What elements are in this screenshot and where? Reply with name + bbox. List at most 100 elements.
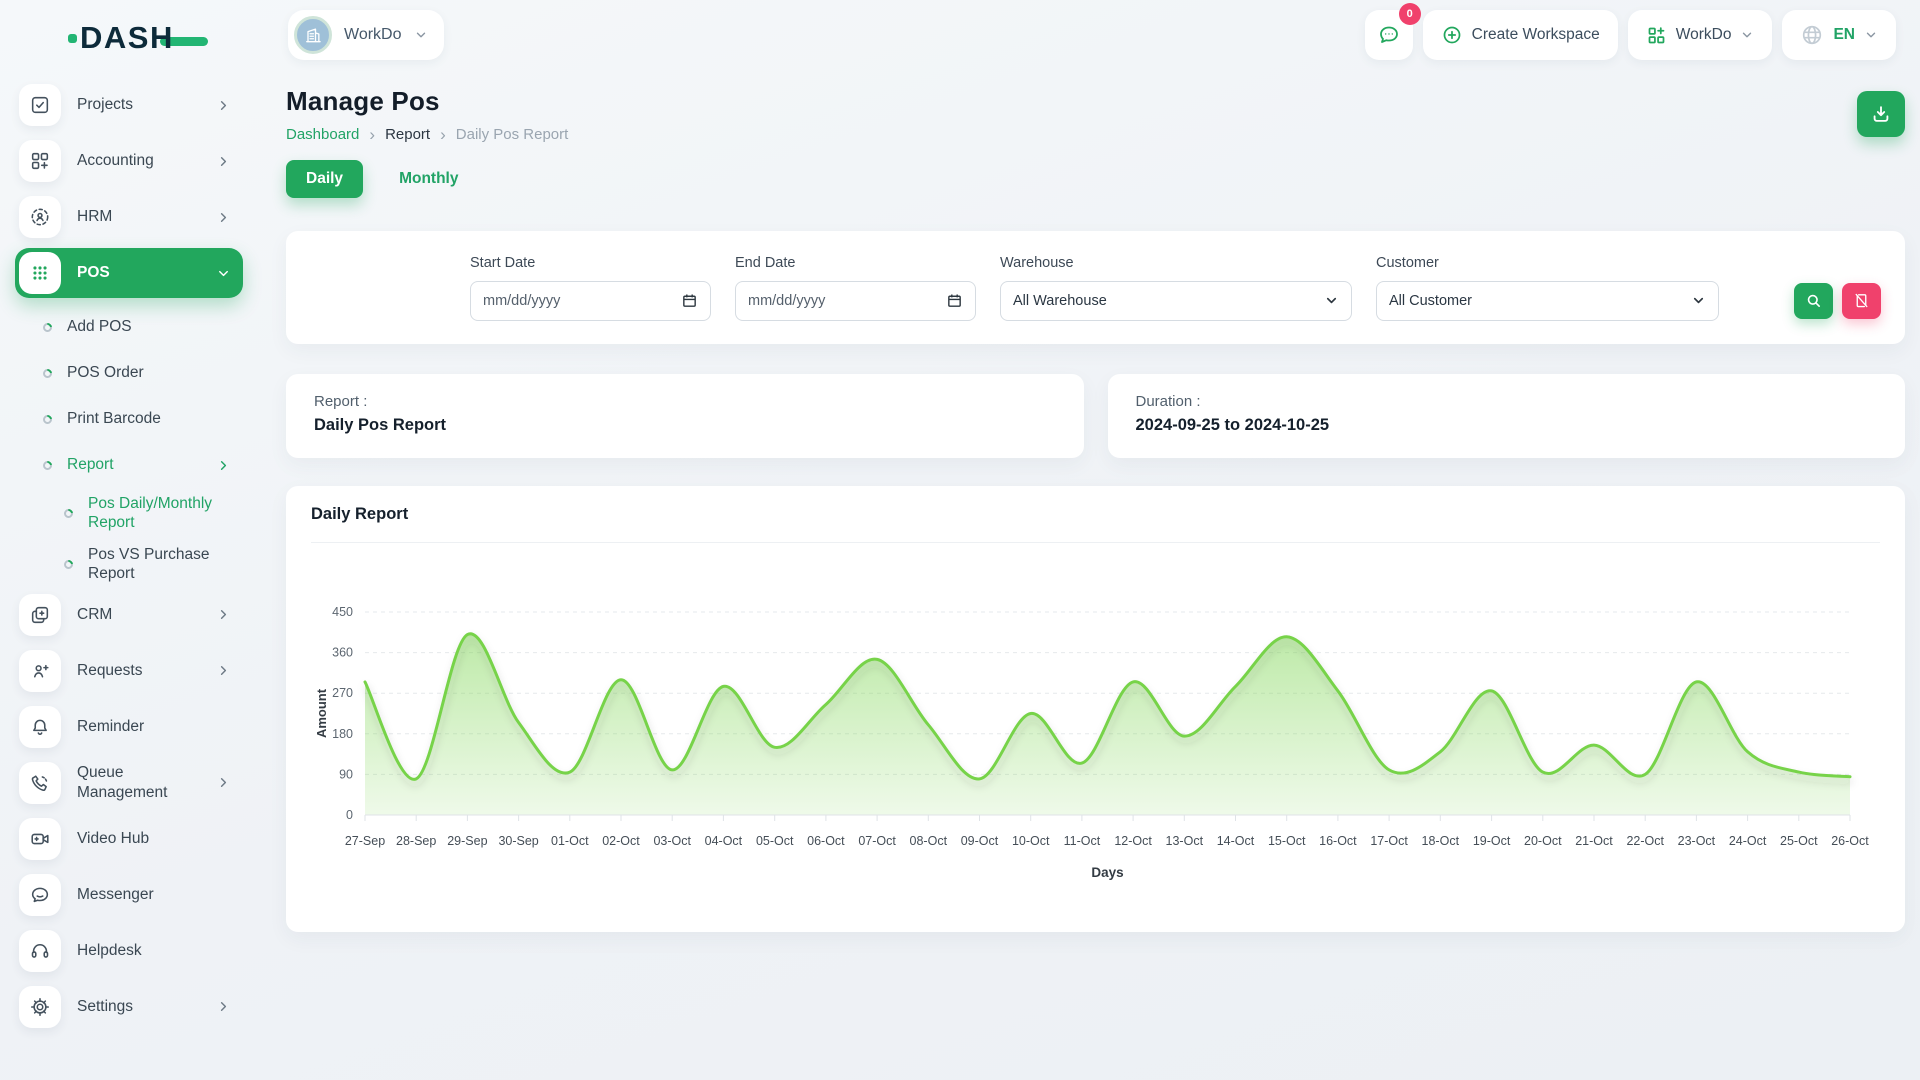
sidebar-item-accounting[interactable]: Accounting	[15, 136, 243, 186]
workspace-name: WorkDo	[344, 26, 402, 44]
sidebar-item-queue-management[interactable]: Queue Management	[15, 758, 243, 808]
app-root: DASH WorkDo 0 Create Workspace WorkDo	[0, 0, 1920, 1080]
chevron-right-icon	[216, 607, 231, 622]
topbar: DASH WorkDo 0 Create Workspace WorkDo	[0, 0, 1920, 72]
breadcrumb-current: Daily Pos Report	[456, 126, 569, 143]
sidebar-item-pos-daily-monthly-report[interactable]: Pos Daily/Monthly Report	[15, 488, 243, 539]
apply-filter-button[interactable]	[1794, 283, 1833, 319]
svg-text:04-Oct: 04-Oct	[705, 834, 743, 848]
tab-monthly[interactable]: Monthly	[379, 160, 478, 198]
hrm-icon	[19, 196, 61, 238]
svg-text:17-Oct: 17-Oct	[1370, 834, 1408, 848]
svg-text:25-Oct: 25-Oct	[1780, 834, 1818, 848]
accounting-icon	[19, 140, 61, 182]
end-date-value[interactable]	[748, 293, 946, 309]
svg-text:23-Oct: 23-Oct	[1678, 834, 1716, 848]
create-workspace-label: Create Workspace	[1472, 26, 1600, 44]
warehouse-label: Warehouse	[1000, 255, 1352, 271]
sidebar-item-requests[interactable]: Requests	[15, 646, 243, 696]
start-date-value[interactable]	[483, 293, 681, 309]
globe-icon	[1800, 23, 1824, 47]
sidebar-item-pos[interactable]: POS	[15, 248, 243, 298]
requests-icon	[19, 650, 61, 692]
sidebar-item-label: CRM	[77, 605, 216, 624]
chevron-down-icon	[1324, 293, 1339, 308]
breadcrumb: Dashboard › Report › Daily Pos Report	[286, 126, 568, 143]
summary-cards: Report : Daily Pos Report Duration : 202…	[286, 374, 1905, 458]
messages-button[interactable]: 0	[1365, 10, 1413, 60]
start-date-input[interactable]	[470, 281, 711, 321]
crm-icon	[19, 594, 61, 636]
bullet-icon	[41, 459, 54, 472]
sidebar-item-label: Projects	[77, 95, 216, 114]
breadcrumb-dashboard-link[interactable]: Dashboard	[286, 126, 359, 143]
apps-dropdown[interactable]: WorkDo	[1628, 10, 1773, 60]
svg-text:07-Oct: 07-Oct	[858, 834, 896, 848]
sidebar-item-label: POS Order	[67, 363, 231, 382]
svg-text:24-Oct: 24-Oct	[1729, 834, 1767, 848]
tab-daily[interactable]: Daily	[286, 160, 363, 198]
svg-text:02-Oct: 02-Oct	[602, 834, 640, 848]
sidebar-item-label: Messenger	[77, 885, 231, 904]
filter-card: Start Date End Date	[286, 231, 1905, 344]
app-logo[interactable]: DASH	[68, 20, 208, 56]
end-date-input[interactable]	[735, 281, 976, 321]
sidebar-item-messenger[interactable]: Messenger	[15, 870, 243, 920]
language-dropdown[interactable]: EN	[1782, 10, 1896, 60]
workspace-avatar	[294, 16, 332, 54]
bullet-icon	[41, 413, 54, 426]
duration-card: Duration : 2024-09-25 to 2024-10-25	[1108, 374, 1906, 458]
svg-text:01-Oct: 01-Oct	[551, 834, 589, 848]
sidebar-item-projects[interactable]: Projects	[15, 80, 243, 130]
sidebar-item-label: Print Barcode	[67, 409, 231, 428]
create-workspace-button[interactable]: Create Workspace	[1423, 10, 1618, 60]
sidebar-item-pos-order[interactable]: POS Order	[15, 350, 243, 396]
svg-text:21-Oct: 21-Oct	[1575, 834, 1613, 848]
sidebar-item-video-hub[interactable]: Video Hub	[15, 814, 243, 864]
sidebar-item-pos-vs-purchase-report[interactable]: Pos VS Purchase Report	[15, 539, 243, 590]
svg-text:180: 180	[332, 727, 353, 741]
projects-icon	[19, 84, 61, 126]
sidebar-item-settings[interactable]: Settings	[15, 982, 243, 1032]
video-icon	[19, 818, 61, 860]
svg-text:22-Oct: 22-Oct	[1626, 834, 1664, 848]
duration-label: Duration :	[1136, 393, 1878, 410]
warehouse-field: Warehouse All Warehouse	[1000, 255, 1352, 321]
sidebar-item-helpdesk[interactable]: Helpdesk	[15, 926, 243, 976]
warehouse-select[interactable]: All Warehouse	[1000, 281, 1352, 321]
sidebar-item-crm[interactable]: CRM	[15, 590, 243, 640]
pos-icon	[19, 252, 61, 294]
reset-filter-button[interactable]	[1842, 283, 1881, 319]
breadcrumb-report-link[interactable]: Report	[385, 126, 430, 143]
reminder-icon	[19, 706, 61, 748]
sidebar-item-print-barcode[interactable]: Print Barcode	[15, 396, 243, 442]
breadcrumb-separator-icon: ›	[369, 126, 375, 143]
bullet-icon	[62, 507, 75, 520]
report-card: Report : Daily Pos Report	[286, 374, 1084, 458]
sidebar-item-label: Reminder	[77, 717, 231, 736]
calendar-icon[interactable]	[946, 292, 963, 309]
apps-dropdown-label: WorkDo	[1676, 26, 1732, 44]
report-value: Daily Pos Report	[314, 416, 1056, 435]
chart-title: Daily Report	[311, 505, 1880, 524]
customer-select[interactable]: All Customer	[1376, 281, 1719, 321]
sidebar-item-hrm[interactable]: HRM	[15, 192, 243, 242]
chevron-down-icon	[1691, 293, 1706, 308]
chevron-down-icon	[216, 266, 231, 281]
sidebar-nav: Projects Accounting HRM POS Add POS POS Order…	[15, 80, 243, 1032]
svg-text:90: 90	[339, 767, 353, 781]
calendar-icon[interactable]	[681, 292, 698, 309]
sidebar-item-add-pos[interactable]: Add POS	[15, 304, 243, 350]
sidebar-item-report[interactable]: Report	[15, 442, 243, 488]
svg-text:03-Oct: 03-Oct	[653, 834, 691, 848]
sidebar-item-label: Pos Daily/Monthly Report	[88, 494, 231, 533]
svg-text:08-Oct: 08-Oct	[910, 834, 948, 848]
page-title: Manage Pos	[286, 86, 568, 117]
daily-report-chart[interactable]: 45036027018090027-Sep28-Sep29-Sep30-Sep0…	[286, 543, 1905, 892]
chevron-right-icon	[216, 663, 231, 678]
download-button[interactable]	[1857, 91, 1905, 137]
workspace-selector[interactable]: WorkDo	[288, 10, 444, 60]
chevron-right-icon	[216, 210, 231, 225]
chevron-right-icon	[216, 154, 231, 169]
sidebar-item-reminder[interactable]: Reminder	[15, 702, 243, 752]
